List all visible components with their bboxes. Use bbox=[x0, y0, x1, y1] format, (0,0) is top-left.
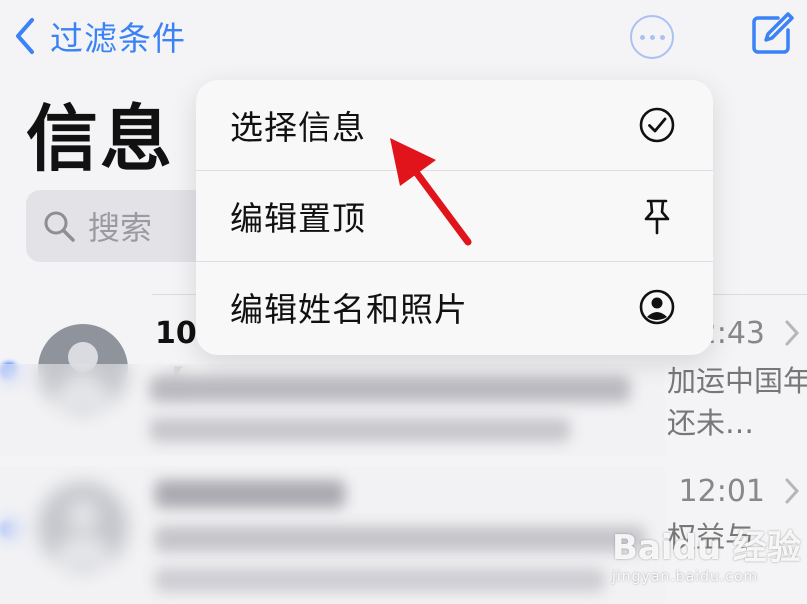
pin-icon bbox=[644, 199, 670, 235]
watermark-url: jingyan.baidu.com bbox=[612, 569, 759, 585]
message-preview-end: 加运中国年】 bbox=[667, 364, 807, 398]
chevron-left-icon bbox=[16, 18, 34, 54]
chevron-right-icon bbox=[785, 320, 800, 346]
redaction-blur bbox=[0, 466, 665, 604]
menu-item-label: 编辑姓名和照片 bbox=[230, 290, 468, 329]
chevron-right-icon bbox=[785, 478, 800, 504]
compose-icon[interactable] bbox=[748, 10, 796, 58]
menu-item-label: 选择信息 bbox=[230, 108, 366, 147]
search-icon bbox=[44, 211, 75, 242]
ellipsis-icon bbox=[639, 34, 645, 40]
back-button-label: 过滤条件 bbox=[50, 19, 186, 58]
menu-item-label: 编辑置顶 bbox=[230, 199, 366, 238]
watermark-brand: Baidu 经验 bbox=[612, 528, 801, 568]
menu-item-edit-name-photo[interactable]: 编辑姓名和照片 bbox=[196, 262, 713, 352]
more-options-button[interactable] bbox=[630, 15, 674, 59]
back-button[interactable]: 过滤条件 bbox=[12, 12, 186, 60]
page-title: 信息 bbox=[26, 97, 175, 181]
timestamp: 12:01 bbox=[678, 474, 765, 509]
checkmark-circle-icon bbox=[639, 107, 675, 143]
redaction-blur bbox=[0, 364, 665, 456]
sender-name: 10 bbox=[155, 316, 197, 351]
annotation-arrow-icon bbox=[390, 138, 472, 246]
search-placeholder: 搜索 bbox=[88, 209, 153, 247]
person-circle-icon bbox=[639, 289, 675, 325]
message-preview-end-line2: 还未… bbox=[667, 406, 755, 440]
watermark-logo: Baidu 经验 jingyan.baidu.com bbox=[612, 520, 802, 600]
